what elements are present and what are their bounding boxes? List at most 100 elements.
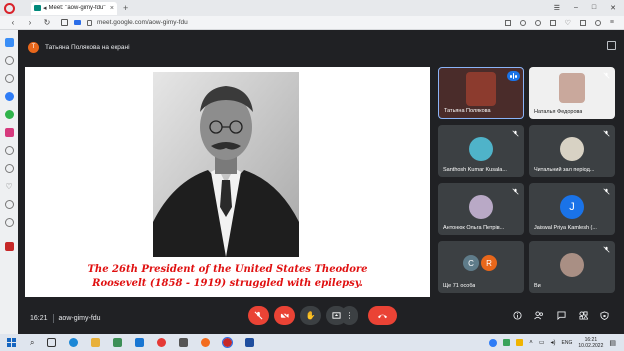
tray-app-icon[interactable] (516, 339, 524, 346)
tray-app-icon[interactable] (503, 339, 511, 346)
more-participants-tile[interactable]: C R Ще 71 особа (438, 241, 524, 293)
camera-icon[interactable] (519, 19, 526, 26)
participant-video (559, 72, 585, 103)
new-tab-button[interactable]: + (123, 3, 128, 13)
send-icon[interactable] (4, 164, 14, 173)
more-options-button[interactable]: ⋮ (341, 306, 358, 325)
participant-tile[interactable]: J Jaiswal Priya Kamlesh (... (529, 183, 615, 235)
meeting-details-button[interactable] (512, 310, 522, 320)
host-controls-button[interactable] (599, 310, 609, 320)
participant-tile[interactable]: Антонюк Ольга Петрів... (438, 183, 524, 235)
minimize-icon[interactable]: – (574, 4, 578, 12)
raise-hand-button[interactable]: ✋ (300, 306, 321, 325)
bookmark-heart-icon[interactable]: ♡ (565, 19, 571, 27)
history-icon[interactable] (4, 200, 14, 209)
search-icon[interactable]: ⌕ (30, 338, 34, 348)
activities-button[interactable] (578, 310, 588, 320)
media-player-icon[interactable] (135, 338, 145, 347)
search-tabs-icon[interactable]: ☰ (554, 4, 560, 12)
fullscreen-icon[interactable] (607, 41, 616, 50)
mic-off-icon (603, 246, 610, 253)
speaking-indicator-icon (507, 71, 520, 81)
chevron-up-icon[interactable]: ˄ (529, 340, 533, 346)
present-icon (332, 312, 341, 319)
vpn-icon[interactable] (534, 19, 541, 26)
participant-tile[interactable]: Santhosh Kumar Kusala... (438, 125, 524, 177)
extension-icon[interactable] (4, 242, 14, 251)
participant-avatar: J (560, 194, 584, 219)
people-button[interactable] (534, 310, 544, 320)
meet-window: T Татьяна Полякова на екрані The 26th Pr… (18, 30, 624, 334)
tv-icon[interactable] (4, 74, 14, 83)
participant-tile[interactable]: Читальний зал період... (529, 125, 615, 177)
player-icon[interactable] (4, 146, 14, 155)
chat-button[interactable] (556, 310, 566, 320)
address-bar: ‹ › ↻ meet.google.com/aow-gimy-fdu ♡ ≡ (0, 16, 624, 30)
url-field[interactable]: meet.google.com/aow-gimy-fdu (97, 19, 188, 26)
whatsapp-icon[interactable] (4, 110, 14, 119)
task-view-icon[interactable] (47, 338, 57, 347)
easy-setup-icon[interactable] (579, 19, 586, 26)
self-tile[interactable]: Ви (529, 241, 615, 293)
window-controls: ☰ – □ ✕ (554, 4, 616, 12)
network-icon[interactable]: ▭ (539, 339, 545, 346)
home-icon[interactable] (4, 38, 14, 47)
star-icon[interactable] (4, 56, 14, 65)
messenger-icon[interactable] (4, 92, 14, 101)
camera-toggle-button[interactable] (274, 306, 295, 325)
windows-start-icon[interactable] (7, 338, 16, 347)
participant-tile[interactable]: Наталья Федорова (529, 67, 615, 119)
volume-icon[interactable]: ◂) (550, 339, 555, 346)
clock[interactable]: 16:21 10.02.2022 (578, 337, 603, 349)
participant-name: Ви (534, 283, 541, 289)
shield-lock-icon (599, 310, 609, 320)
close-window-icon[interactable]: ✕ (610, 4, 616, 12)
tray-app-icon[interactable] (489, 338, 498, 347)
meeting-time: 16:21 (30, 314, 48, 322)
edge-icon[interactable] (69, 338, 79, 347)
maximize-icon[interactable]: □ (592, 4, 596, 12)
address-bar-actions: ♡ ≡ (504, 19, 614, 27)
firefox-icon[interactable] (201, 338, 211, 347)
bulb-icon[interactable] (4, 218, 14, 227)
people-icon (534, 310, 544, 319)
participant-name: Santhosh Kumar Kusala... (443, 167, 507, 173)
participant-name: Jaiswal Priya Kamlesh (... (534, 225, 597, 231)
camera-in-use-icon[interactable] (74, 20, 81, 25)
download-icon[interactable] (594, 19, 601, 26)
opera-logo-icon[interactable] (4, 2, 15, 14)
heart-icon[interactable]: ♡ (5, 182, 14, 191)
presentation-slide: The 26th President of the United States … (25, 67, 430, 297)
reload-icon[interactable]: ↻ (43, 18, 51, 27)
word-icon[interactable] (245, 338, 255, 347)
share-icon[interactable] (549, 19, 556, 26)
speed-dial-icon[interactable] (61, 19, 68, 26)
menu-icon[interactable]: ≡ (610, 19, 614, 26)
instagram-icon[interactable] (4, 128, 14, 137)
language-indicator[interactable]: ENG (562, 340, 573, 346)
more-vert-icon: ⋮ (345, 310, 354, 320)
forward-icon[interactable]: › (26, 18, 34, 27)
info-icon (512, 310, 522, 320)
opera-taskbar-icon[interactable] (222, 337, 234, 348)
browser-tab[interactable]: ◂ Meet: "aow-gimy-fdu" × (31, 1, 117, 15)
mic-off-icon (512, 188, 519, 195)
meeting-controls: 16:21 aow-gimy-fdu ✋ ⋮ (18, 302, 624, 334)
back-icon[interactable]: ‹ (9, 18, 17, 27)
store-icon[interactable] (113, 338, 123, 347)
app-icon[interactable] (179, 338, 189, 347)
speaker-icon[interactable]: ◂ (43, 4, 47, 12)
participant-name: Наталья Федорова (534, 109, 583, 115)
hand-icon: ✋ (305, 311, 316, 320)
leave-call-button[interactable] (368, 306, 397, 325)
chrome-icon[interactable] (157, 338, 167, 347)
notifications-icon[interactable]: ▤ (609, 339, 616, 347)
lock-icon[interactable] (87, 19, 92, 26)
slide-caption: The 26th President of the United States … (25, 263, 430, 291)
participant-tile[interactable]: Татьяна Полякова (438, 67, 524, 119)
file-explorer-icon[interactable] (91, 338, 101, 347)
mic-toggle-button[interactable] (248, 306, 269, 325)
slide-caption-line-2: Roosevelt (1858 - 1919) struggled with e… (92, 278, 363, 289)
close-tab-icon[interactable]: × (110, 5, 114, 12)
snapshot-icon[interactable] (504, 19, 511, 26)
